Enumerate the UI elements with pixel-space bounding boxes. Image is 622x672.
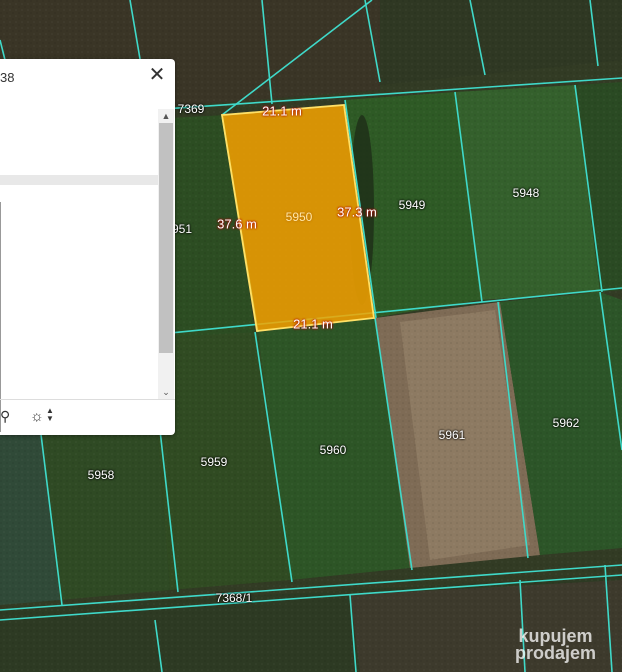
measure-top: 21.1 m <box>262 103 302 119</box>
close-icon[interactable]: ✕ <box>148 65 166 85</box>
measure-right: 37.3 m <box>337 204 377 220</box>
parcel-label-5962: 5962 <box>552 416 580 430</box>
popup-inner-frame <box>0 202 1 432</box>
brightness-icon[interactable]: ☼ <box>30 408 44 425</box>
parcel-label-7369: 7369 <box>177 102 205 116</box>
parcel-label-5948: 5948 <box>512 186 540 200</box>
popup-footer: ⚲ ☼ ▲ ▼ <box>0 399 175 436</box>
scrollbar-thumb[interactable] <box>159 123 173 353</box>
watermark-line2: prodajem <box>515 643 597 663</box>
chevron-down-icon[interactable]: ⌄ <box>158 385 174 399</box>
parcel-label-5959: 5959 <box>200 455 228 469</box>
popup-scrollbar[interactable]: ▲ ⌄ <box>158 109 174 399</box>
parcel-label-5958: 5958 <box>87 468 115 482</box>
measure-bottom: 21.1 m <box>293 316 333 332</box>
measure-left: 37.6 m <box>217 216 257 232</box>
popup-content[interactable] <box>0 109 174 399</box>
scroll-up-icon[interactable]: ▲ <box>158 109 174 123</box>
parcel-label-5949: 5949 <box>398 198 426 212</box>
parcel-info-popup: 38 ✕ ▲ ⌄ ⚲ ☼ ▲ ▼ <box>0 59 175 435</box>
parcel-label-5960: 5960 <box>319 443 347 457</box>
watermark-logo: kupujem prodajem <box>515 627 597 663</box>
popup-content-row <box>0 175 158 185</box>
pointer-icon[interactable]: ⚲ <box>0 408 10 425</box>
parcel-label-5950: 5950 <box>285 210 313 224</box>
popup-title: 38 <box>0 70 15 85</box>
parcel-label-7368-1: 7368/1 <box>215 591 253 605</box>
parcel-label-5961: 5961 <box>438 428 466 442</box>
up-down-arrows-icon[interactable]: ▲ ▼ <box>46 407 54 423</box>
